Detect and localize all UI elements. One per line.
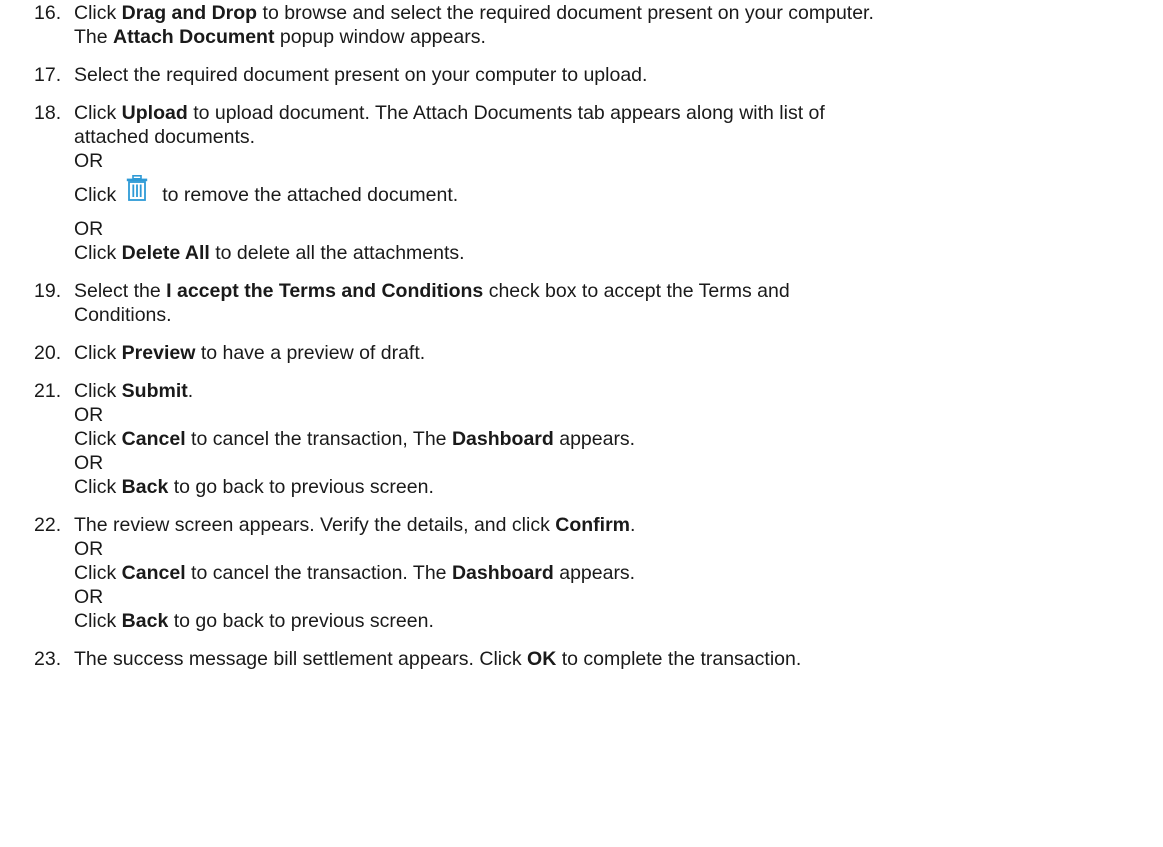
instruction-steps: 16. Click Drag and Drop to browse and se…: [34, 0, 1154, 671]
step-number: 18.: [34, 102, 62, 124]
step-20: 20. Click Preview to have a preview of d…: [34, 341, 1154, 365]
step-line: attached documents.: [74, 126, 256, 148]
or-separator: OR: [74, 150, 104, 172]
step-line: Click Cancel to cancel the transaction. …: [74, 562, 636, 584]
step-number: 23.: [34, 648, 62, 670]
step-number: 22.: [34, 514, 62, 536]
step-number: 20.: [34, 342, 62, 364]
step-line: Click Drag and Drop to browse and select…: [74, 2, 874, 24]
dashboard-label: Dashboard: [451, 428, 554, 450]
step-line: The success message bill settlement appe…: [74, 648, 802, 670]
step-number: 16.: [34, 2, 62, 24]
step-line: Click Back to go back to previous screen…: [74, 476, 434, 498]
step-line: Click to remove the attached document.: [74, 173, 1154, 217]
step-line: Select the required document present on …: [74, 64, 648, 86]
upload-label: Upload: [121, 102, 188, 124]
terms-checkbox-label: I accept the Terms and Conditions: [166, 280, 484, 302]
ok-label: OK: [527, 648, 557, 670]
or-separator: OR: [74, 404, 104, 426]
step-line: Select the I accept the Terms and Condit…: [74, 280, 790, 302]
submit-label: Submit: [121, 380, 188, 402]
step-line: Click Delete All to delete all the attac…: [74, 242, 465, 264]
step-16: 16. Click Drag and Drop to browse and se…: [34, 1, 1154, 49]
or-separator: OR: [74, 218, 104, 240]
step-18: 18. Click Upload to upload document. The…: [34, 101, 1154, 265]
delete-all-label: Delete All: [121, 242, 210, 264]
step-19: 19. Select the I accept the Terms and Co…: [34, 279, 1154, 327]
trash-icon: [126, 175, 148, 207]
step-line: Click Back to go back to previous screen…: [74, 610, 434, 632]
step-23: 23. The success message bill settlement …: [34, 647, 1154, 671]
step-22: 22. The review screen appears. Verify th…: [34, 513, 1154, 633]
step-line: Click Submit.: [74, 380, 194, 402]
attach-document-label: Attach Document: [113, 26, 275, 48]
step-17: 17. Select the required document present…: [34, 63, 1154, 87]
preview-label: Preview: [121, 342, 196, 364]
step-line: The Attach Document popup window appears…: [74, 26, 486, 48]
step-line: Click Cancel to cancel the transaction, …: [74, 428, 636, 450]
step-line: Conditions.: [74, 304, 172, 326]
step-line: Click Preview to have a preview of draft…: [74, 342, 426, 364]
cancel-label: Cancel: [121, 428, 186, 450]
step-line: The review screen appears. Verify the de…: [74, 514, 636, 536]
or-separator: OR: [74, 538, 104, 560]
step-number: 21.: [34, 380, 62, 402]
dashboard-label: Dashboard: [451, 562, 554, 584]
back-label: Back: [121, 476, 169, 498]
step-line: Click Upload to upload document. The Att…: [74, 102, 825, 124]
confirm-label: Confirm: [555, 514, 630, 536]
back-label: Back: [121, 610, 169, 632]
step-number: 17.: [34, 64, 62, 86]
or-separator: OR: [74, 586, 104, 608]
step-21: 21. Click Submit. OR Click Cancel to can…: [34, 379, 1154, 499]
cancel-label: Cancel: [121, 562, 186, 584]
drag-and-drop-label: Drag and Drop: [121, 2, 258, 24]
or-separator: OR: [74, 452, 104, 474]
step-number: 19.: [34, 280, 62, 302]
